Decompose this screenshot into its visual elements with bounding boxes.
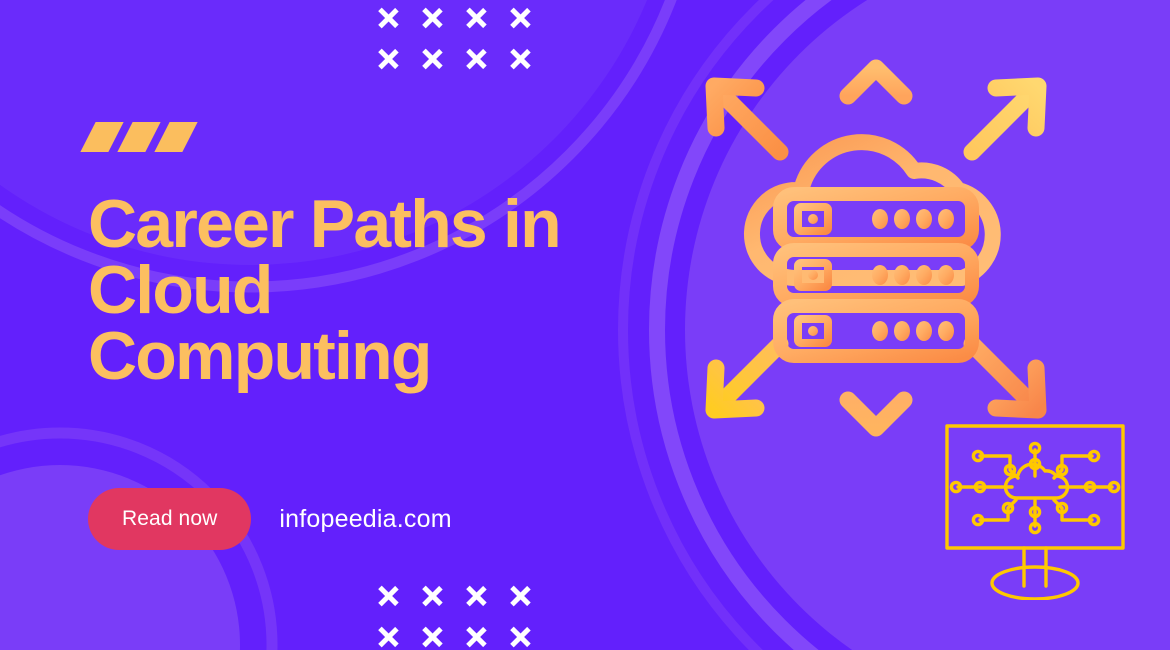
arrow-up-right-icon: [963, 77, 1047, 161]
monitor-base: [990, 565, 1080, 600]
slash-bar-icon: [154, 122, 198, 152]
page-title: Career Paths in Cloud Computing: [88, 186, 562, 394]
arrow-down-right-icon: [963, 335, 1047, 419]
site-url-label: infopeedia.com: [279, 504, 452, 533]
cloud-network-monitor-icon: [945, 424, 1125, 600]
cta-row: Read now infopeedia.com: [88, 488, 452, 550]
slash-bar-icon: [117, 122, 161, 152]
content-column: Career Paths in Cloud Computing Read now…: [80, 0, 648, 650]
arrow-down-left-icon: [705, 335, 789, 419]
arrow-down-icon: [839, 325, 913, 437]
read-now-button[interactable]: Read now: [88, 488, 252, 550]
cloud-server-icon: [705, 59, 1047, 437]
server-rack: [773, 243, 979, 307]
illustration-area: [640, 0, 1170, 650]
server-rack: [773, 187, 979, 251]
arrow-up-left-icon: [705, 77, 789, 161]
slash-marks: [80, 122, 198, 152]
promo-banner: Career Paths in Cloud Computing Read now…: [0, 0, 1170, 650]
slash-bar-icon: [80, 122, 124, 152]
